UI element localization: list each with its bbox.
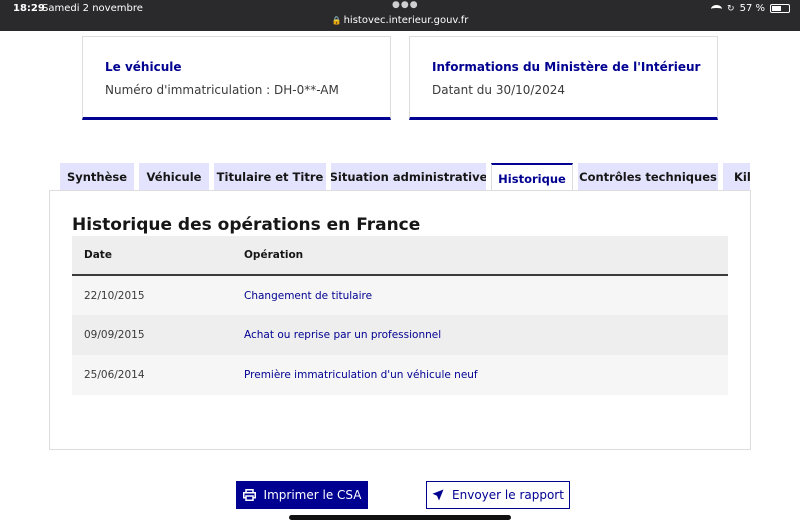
print-csa-label: Imprimer le CSA [263, 488, 362, 502]
battery-fill [772, 6, 781, 11]
report-tabs: Synthèse Véhicule Titulaire et Titre Sit… [60, 163, 750, 191]
tab-synthese[interactable]: Synthèse [60, 163, 134, 191]
row-operation: Achat ou reprise par un professionnel [244, 329, 442, 341]
tab-historique[interactable]: Historique [491, 163, 573, 191]
tab-situation-administrative[interactable]: Situation administrative [331, 163, 486, 191]
table-row: 25/06/2014 Première immatriculation d'un… [72, 355, 728, 395]
history-panel: Historique des opérations en France Date… [49, 190, 751, 450]
column-header-date: Date [84, 249, 112, 261]
data-date: Datant du 30/10/2024 [432, 83, 565, 97]
table-row: 22/10/2015 Changement de titulaire [72, 275, 728, 315]
row-date: 22/10/2015 [84, 289, 145, 302]
send-report-label: Envoyer le rapport [452, 488, 564, 502]
battery-percent: 57 % [739, 3, 765, 14]
vehicle-card: Le véhicule Numéro d'immatriculation : D… [82, 36, 391, 120]
history-title: Historique des opérations en France [72, 215, 421, 235]
home-indicator[interactable] [289, 515, 511, 520]
print-csa-button[interactable]: Imprimer le CSA [236, 481, 368, 509]
wifi-icon [711, 4, 723, 13]
status-bar: 18:29 Samedi 2 novembre ●●● 🔒 histovec.in… [0, 0, 800, 31]
tab-controles-techniques[interactable]: Contrôles techniques [578, 163, 718, 191]
row-operation: Changement de titulaire [244, 289, 373, 302]
column-header-operation: Opération [244, 249, 304, 261]
table-row: 09/09/2015 Achat ou reprise par un profe… [72, 315, 728, 355]
registration-number: Numéro d'immatriculation : DH-0**-AM [105, 83, 339, 97]
status-indicators: ↻ 57 % [711, 3, 790, 14]
row-date: 09/09/2015 [84, 329, 145, 341]
tab-vehicule[interactable]: Véhicule [139, 163, 209, 191]
status-time: 18:29 [13, 3, 45, 14]
ministry-card: Informations du Ministère de l'Intérieur… [409, 36, 718, 120]
lock-icon: 🔒 [331, 16, 342, 25]
battery-icon [770, 4, 790, 13]
history-table: Date Opération 22/10/2015 Changement de … [72, 236, 728, 395]
more-options-icon[interactable]: ●●● [392, 0, 419, 10]
tab-titulaire[interactable]: Titulaire et Titre [214, 163, 326, 191]
orientation-lock-icon: ↻ [727, 3, 735, 14]
row-date: 25/06/2014 [84, 369, 145, 381]
send-report-button[interactable]: Envoyer le rapport [426, 481, 570, 509]
status-date: Samedi 2 novembre [42, 3, 143, 14]
printer-icon [242, 489, 256, 501]
address-bar[interactable]: 🔒 histovec.interieur.gouv.fr [0, 15, 800, 26]
row-operation: Première immatriculation d'un véhicule n… [244, 369, 478, 381]
tab-kilometrage[interactable]: Kilo [723, 163, 750, 191]
table-header-row: Date Opération [72, 236, 728, 275]
send-icon [432, 489, 444, 501]
ministry-card-title: Informations du Ministère de l'Intérieur [432, 60, 701, 74]
url-text: histovec.interieur.gouv.fr [343, 15, 469, 26]
vehicle-card-title: Le véhicule [105, 60, 182, 74]
